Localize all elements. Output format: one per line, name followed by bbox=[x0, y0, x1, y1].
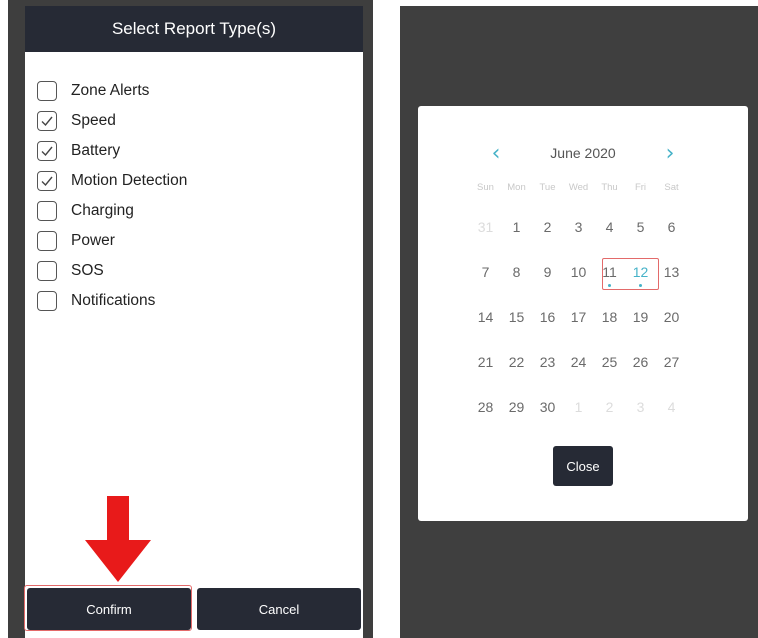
calendar-day[interactable]: 5 bbox=[625, 216, 656, 238]
checkmark-icon bbox=[41, 116, 53, 127]
calendar-day[interactable]: 24 bbox=[563, 351, 594, 373]
checkbox-speed[interactable] bbox=[37, 111, 57, 131]
checkbox-sos[interactable] bbox=[37, 261, 57, 281]
calendar-day-selected[interactable]: 11 bbox=[594, 261, 625, 287]
report-item-label: Power bbox=[71, 232, 115, 249]
report-dialog: Select Report Type(s) Zone Alerts Speed … bbox=[24, 6, 363, 638]
calendar-day[interactable]: 19 bbox=[625, 306, 656, 328]
calendar-day[interactable]: 4 bbox=[594, 216, 625, 238]
right-screen: ‹ June 2020 › Sun Mon Tue Wed Thu Fri Sa… bbox=[400, 6, 758, 638]
weekday-label: Fri bbox=[634, 182, 647, 193]
weekday-label: Sat bbox=[664, 182, 679, 193]
report-item-charging[interactable]: Charging bbox=[37, 196, 187, 226]
report-item-battery[interactable]: Battery bbox=[37, 136, 187, 166]
report-item-motion-detection[interactable]: Motion Detection bbox=[37, 166, 187, 196]
calendar-day[interactable]: 6 bbox=[656, 216, 687, 238]
report-item-label: Notifications bbox=[71, 292, 156, 309]
calendar-day[interactable]: 8 bbox=[501, 261, 532, 283]
calendar-day[interactable]: 2 bbox=[594, 396, 625, 418]
weekday-label: Sun bbox=[477, 182, 494, 193]
calendar-day[interactable]: 1 bbox=[563, 396, 594, 418]
checkbox-battery[interactable] bbox=[37, 141, 57, 161]
calendar-day[interactable]: 2 bbox=[532, 216, 563, 238]
calendar-day[interactable]: 21 bbox=[470, 351, 501, 373]
calendar-day[interactable]: 29 bbox=[501, 396, 532, 418]
calendar-week: 21 22 23 24 25 26 27 bbox=[470, 351, 687, 373]
calendar-day[interactable]: 10 bbox=[563, 261, 594, 283]
checkbox-motion-detection[interactable] bbox=[37, 171, 57, 191]
calendar-day-today[interactable]: 12 bbox=[625, 261, 656, 287]
report-type-list: Zone Alerts Speed Battery Motion Detecti… bbox=[37, 76, 187, 316]
calendar-day[interactable]: 25 bbox=[594, 351, 625, 373]
weekday-label: Mon bbox=[507, 182, 526, 193]
calendar-nav: ‹ June 2020 › bbox=[418, 142, 748, 166]
calendar-day[interactable]: 9 bbox=[532, 261, 563, 283]
checkmark-icon bbox=[41, 176, 53, 187]
checkbox-zone-alerts[interactable] bbox=[37, 81, 57, 101]
report-item-label: Speed bbox=[71, 112, 116, 129]
report-item-label: Zone Alerts bbox=[71, 82, 150, 99]
calendar-day[interactable]: 28 bbox=[470, 396, 501, 418]
calendar-week: 31 1 2 3 4 5 6 bbox=[470, 216, 687, 238]
calendar-day[interactable]: 3 bbox=[625, 396, 656, 418]
chevron-right-icon[interactable]: › bbox=[658, 142, 682, 166]
calendar-week: 28 29 30 1 2 3 4 bbox=[470, 396, 687, 418]
report-item-label: SOS bbox=[71, 262, 104, 279]
confirm-button[interactable]: Confirm bbox=[27, 588, 191, 630]
weekday-label: Tue bbox=[539, 182, 556, 193]
calendar-day[interactable]: 26 bbox=[625, 351, 656, 373]
calendar-day[interactable]: 4 bbox=[656, 396, 687, 418]
weekday-label: Thu bbox=[601, 182, 618, 193]
report-item-label: Motion Detection bbox=[71, 172, 188, 189]
calendar-month-title: June 2020 bbox=[550, 145, 616, 161]
calendar-week: 7 8 9 10 11 12 13 bbox=[470, 261, 687, 287]
calendar-week: 14 15 16 17 18 19 20 bbox=[470, 306, 687, 328]
calendar-day[interactable]: 30 bbox=[532, 396, 563, 418]
dialog-title: Select Report Type(s) bbox=[25, 6, 363, 52]
report-item-zone-alerts[interactable]: Zone Alerts bbox=[37, 76, 187, 106]
calendar-day[interactable]: 18 bbox=[594, 306, 625, 328]
checkbox-power[interactable] bbox=[37, 231, 57, 251]
checkbox-notifications[interactable] bbox=[37, 291, 57, 311]
calendar-day[interactable]: 7 bbox=[470, 261, 501, 283]
report-item-notifications[interactable]: Notifications bbox=[37, 286, 187, 316]
report-item-sos[interactable]: SOS bbox=[37, 256, 187, 286]
calendar-day[interactable]: 22 bbox=[501, 351, 532, 373]
report-item-label: Charging bbox=[71, 202, 134, 219]
calendar-day[interactable]: 31 bbox=[470, 216, 501, 238]
report-item-speed[interactable]: Speed bbox=[37, 106, 187, 136]
calendar-day[interactable]: 14 bbox=[470, 306, 501, 328]
cancel-button[interactable]: Cancel bbox=[197, 588, 361, 630]
calendar-day[interactable]: 1 bbox=[501, 216, 532, 238]
calendar-day[interactable]: 13 bbox=[656, 261, 687, 283]
calendar-popup: ‹ June 2020 › Sun Mon Tue Wed Thu Fri Sa… bbox=[418, 106, 748, 521]
dialog-actions: Confirm Cancel bbox=[24, 585, 363, 632]
calendar-day[interactable]: 16 bbox=[532, 306, 563, 328]
arrow-down-icon bbox=[85, 496, 151, 582]
left-screen: Select Report Type(s) Zone Alerts Speed … bbox=[8, 0, 373, 638]
calendar-day[interactable]: 15 bbox=[501, 306, 532, 328]
calendar-day[interactable]: 27 bbox=[656, 351, 687, 373]
weekday-header: Sun Mon Tue Wed Thu Fri Sat bbox=[470, 182, 687, 193]
report-item-label: Battery bbox=[71, 142, 121, 159]
close-button[interactable]: Close bbox=[553, 446, 613, 486]
checkmark-icon bbox=[41, 146, 53, 157]
calendar-day[interactable]: 20 bbox=[656, 306, 687, 328]
calendar-day[interactable]: 23 bbox=[532, 351, 563, 373]
calendar-day[interactable]: 17 bbox=[563, 306, 594, 328]
checkbox-charging[interactable] bbox=[37, 201, 57, 221]
calendar-day[interactable]: 3 bbox=[563, 216, 594, 238]
report-item-power[interactable]: Power bbox=[37, 226, 187, 256]
weekday-label: Wed bbox=[568, 182, 589, 193]
